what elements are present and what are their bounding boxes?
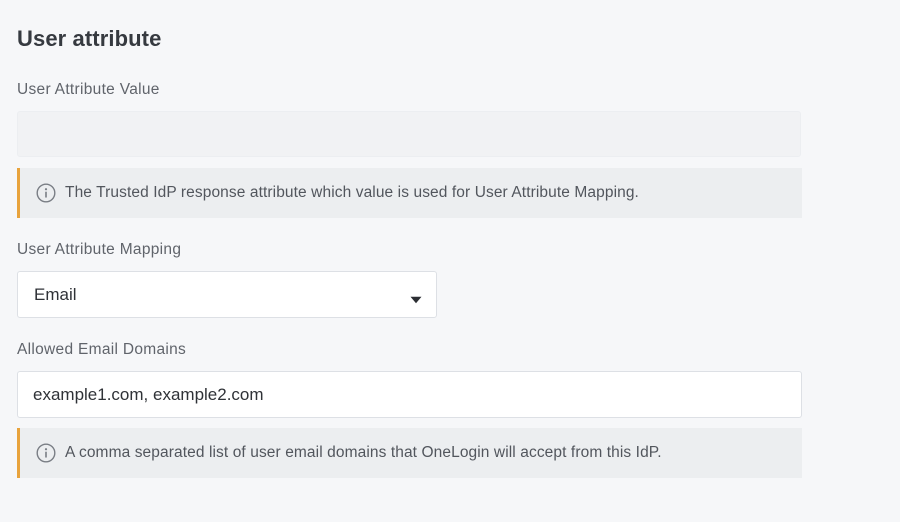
- info-circle-icon: [36, 183, 56, 203]
- allowed-email-domains-input[interactable]: [17, 371, 802, 418]
- user-attribute-value-help-text: The Trusted IdP response attribute which…: [65, 184, 639, 201]
- user-attribute-mapping-label: User Attribute Mapping: [17, 241, 182, 258]
- user-attribute-mapping-selected: Email: [34, 284, 77, 304]
- allowed-email-domains-help: A comma separated list of user email dom…: [17, 428, 802, 478]
- user-attribute-value-label: User Attribute Value: [17, 81, 160, 98]
- allowed-email-domains-help-text: A comma separated list of user email dom…: [65, 444, 662, 461]
- caret-down-icon: [410, 291, 422, 303]
- section-title: User attribute: [17, 26, 162, 51]
- info-circle-icon: [36, 443, 56, 463]
- user-attribute-section: User attribute User Attribute Value The …: [0, 0, 900, 522]
- allowed-email-domains-label: Allowed Email Domains: [17, 341, 187, 358]
- user-attribute-value-help: The Trusted IdP response attribute which…: [17, 168, 802, 218]
- user-attribute-value-field: [17, 111, 801, 157]
- user-attribute-mapping-select[interactable]: Email: [17, 271, 437, 318]
